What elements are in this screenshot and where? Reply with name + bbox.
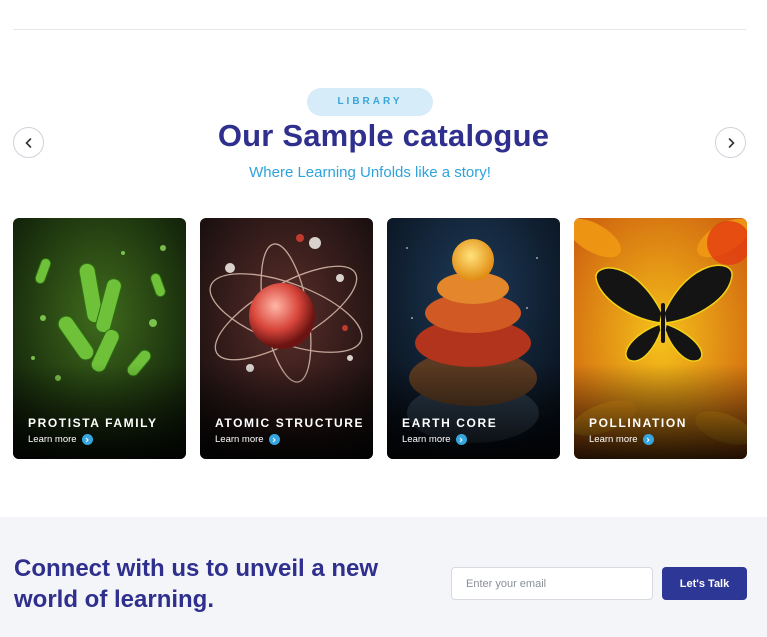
learn-more-label: Learn more: [589, 434, 638, 445]
footer-cta-section: Connect with us to unveil a new world of…: [0, 517, 767, 637]
catalogue-card-pollination[interactable]: POLLINATION Learn more: [574, 218, 747, 459]
chevron-right-icon: [728, 137, 735, 148]
arrow-right-icon: [268, 434, 280, 445]
card-title: ATOMIC STRUCTURE: [215, 416, 365, 430]
chevron-left-icon: [24, 137, 31, 148]
learn-more-link[interactable]: Learn more: [28, 434, 93, 445]
catalogue-card-protista[interactable]: PROTISTA FAMILY Learn more: [13, 218, 186, 459]
section-subtitle: Where Learning Unfolds like a story!: [249, 164, 491, 181]
learn-more-link[interactable]: Learn more: [215, 434, 280, 445]
carousel-prev-button[interactable]: [13, 127, 44, 158]
arrow-right-icon: [455, 434, 467, 445]
catalogue-card-earth-core[interactable]: EARTH CORE Learn more: [387, 218, 560, 459]
learn-more-label: Learn more: [28, 434, 77, 445]
arrow-right-icon: [81, 434, 93, 445]
lets-talk-button[interactable]: Let's Talk: [662, 567, 747, 600]
email-input[interactable]: [451, 567, 653, 600]
section-title: Our Sample catalogue: [217, 118, 550, 153]
arrow-right-icon: [642, 434, 654, 445]
learn-more-link[interactable]: Learn more: [402, 434, 467, 445]
footer-heading: Connect with us to unveil a new world of…: [14, 555, 379, 613]
learn-more-link[interactable]: Learn more: [589, 434, 654, 445]
learn-more-label: Learn more: [402, 434, 451, 445]
carousel-next-button[interactable]: [715, 127, 746, 158]
learn-more-label: Learn more: [215, 434, 264, 445]
library-badge: LIBRARY: [307, 88, 433, 116]
card-title: PROTISTA FAMILY: [28, 416, 158, 430]
catalogue-card-atomic[interactable]: ATOMIC STRUCTURE Learn more: [200, 218, 373, 459]
card-title: POLLINATION: [589, 416, 688, 430]
top-divider: [13, 29, 746, 30]
card-title: EARTH CORE: [402, 416, 498, 430]
